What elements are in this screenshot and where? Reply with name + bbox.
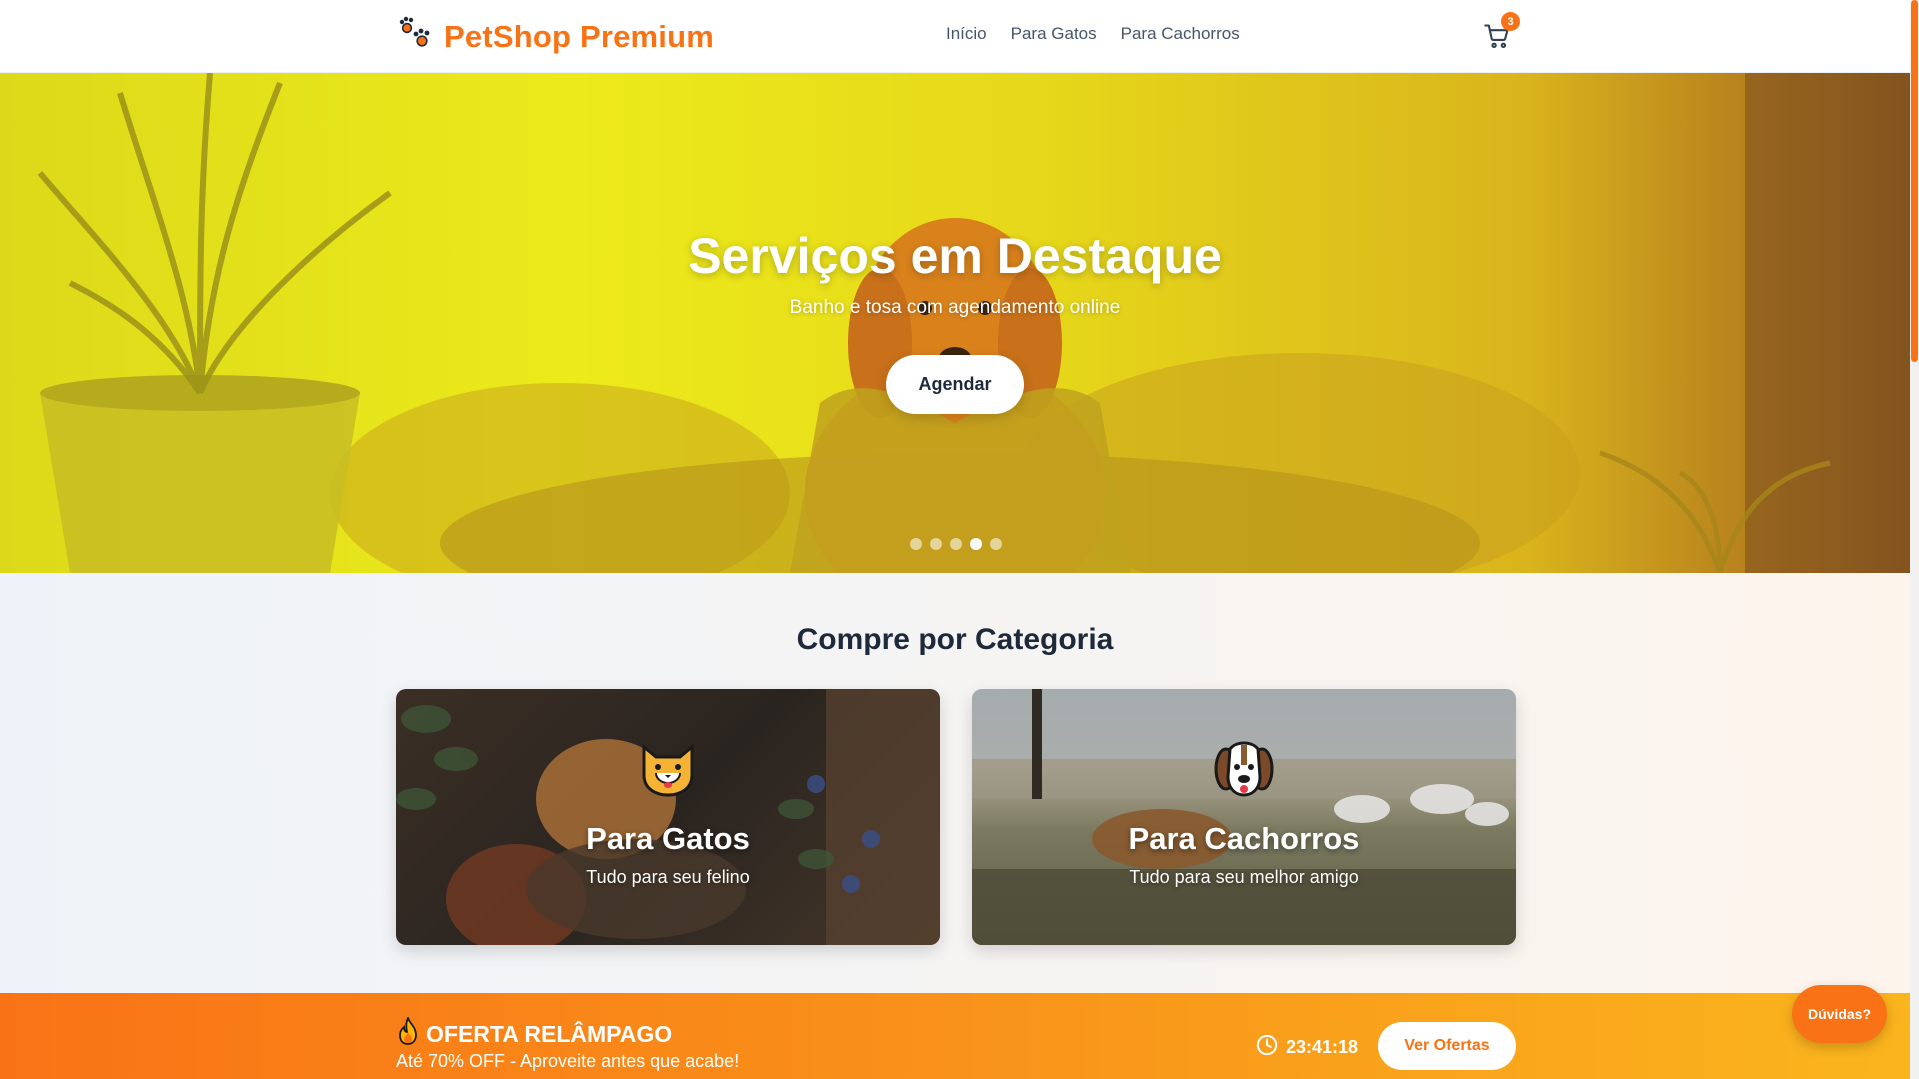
nav-inicio[interactable]: Início <box>946 24 987 44</box>
countdown-value: 23:41:18 <box>1286 1037 1359 1057</box>
clock-icon <box>1256 1034 1278 1061</box>
site-header: PetShop Premium Início Para Gatos Para C… <box>0 0 1910 73</box>
brand-name: PetShop Premium <box>444 18 714 54</box>
cart-icon <box>1483 24 1511 54</box>
hero-subtitle: Banho e tosa com agendamento online <box>789 297 1121 318</box>
cat-face-icon <box>396 735 940 804</box>
hero-background-image <box>37 73 1910 573</box>
carousel-dot-2[interactable] <box>930 538 942 550</box>
paw-prints-icon <box>398 16 434 57</box>
help-button[interactable]: Dúvidas? <box>1792 985 1887 1043</box>
view-offers-button[interactable]: Ver Ofertas <box>1378 1022 1516 1070</box>
carousel-dot-3[interactable] <box>950 538 962 550</box>
dog-face-icon <box>972 735 1516 804</box>
countdown-timer: 23:41:18 <box>1256 1034 1358 1061</box>
cats-card-image <box>396 689 940 945</box>
scrollbar-thumb[interactable] <box>1911 0 1918 362</box>
carousel-dot-1[interactable] <box>910 538 922 550</box>
main-nav: Início Para Gatos Para Cachorros <box>946 24 1240 44</box>
brand-logo[interactable]: PetShop Premium <box>398 16 714 57</box>
flash-offer-title-row: OFERTA RELÂMPAGO <box>396 1015 673 1051</box>
flash-offer-title: OFERTA RELÂMPAGO <box>426 1020 673 1047</box>
category-title-cats: Para Gatos <box>586 821 750 856</box>
carousel-dots <box>910 538 1002 550</box>
fire-icon <box>396 1015 420 1051</box>
nav-para-cachorros[interactable]: Para Cachorros <box>1121 24 1240 44</box>
nav-para-gatos[interactable]: Para Gatos <box>1011 24 1097 44</box>
hero-title: Serviços em Destaque <box>688 228 1222 284</box>
dogs-card-image <box>972 689 1516 945</box>
category-subtitle-dogs: Tudo para seu melhor amigo <box>1129 867 1359 887</box>
carousel-dot-5[interactable] <box>990 538 1002 550</box>
carousel-dot-4[interactable] <box>970 538 982 550</box>
cart-button[interactable]: 3 <box>1483 12 1520 54</box>
schedule-button[interactable]: Agendar <box>886 355 1024 414</box>
flash-offer-bar: OFERTA RELÂMPAGO Até 70% OFF - Aproveite… <box>0 993 1910 1079</box>
category-card-dogs[interactable]: Para Cachorros Tudo para seu melhor amig… <box>972 689 1516 945</box>
category-subtitle-cats: Tudo para seu felino <box>586 867 750 887</box>
category-section: Compre por Categoria Para Gatos Tudo par… <box>0 573 1910 993</box>
cart-count-badge: 3 <box>1501 12 1520 31</box>
category-section-title: Compre por Categoria <box>796 623 1114 656</box>
category-title-dogs: Para Cachorros <box>1128 821 1360 856</box>
hero-banner: Serviços em Destaque Banho e tosa com ag… <box>0 73 1910 573</box>
category-card-cats[interactable]: Para Gatos Tudo para seu felino <box>396 689 940 945</box>
flash-offer-subtitle: Até 70% OFF - Aproveite antes que acabe! <box>396 1051 740 1071</box>
